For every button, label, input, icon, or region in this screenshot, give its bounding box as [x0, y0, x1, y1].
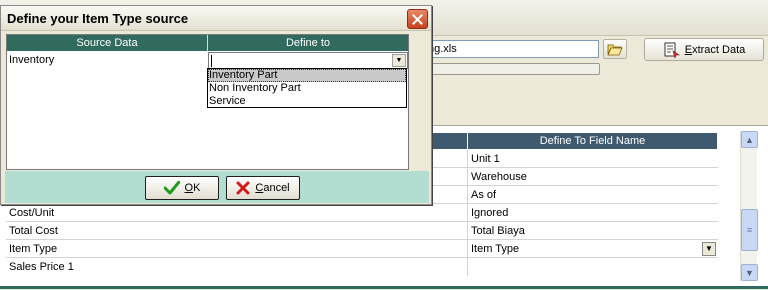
header-source-data: Source Data — [7, 35, 208, 51]
dropdown-option[interactable]: Service — [208, 95, 406, 108]
text-caret — [211, 55, 212, 67]
table-row[interactable]: Item Type Item Type ▼ — [6, 240, 718, 258]
scroll-thumb[interactable]: ≡ — [741, 209, 758, 251]
browse-folder-button[interactable] — [603, 39, 627, 59]
cell-dropdown-button[interactable]: ▼ — [702, 242, 716, 256]
target-cell[interactable]: Item Type ▼ — [468, 240, 718, 258]
scroll-down-button[interactable]: ▼ — [741, 264, 758, 281]
cancel-label: Cancel — [255, 182, 290, 194]
source-cell: Total Cost — [6, 222, 468, 240]
target-cell[interactable]: As of — [468, 186, 718, 204]
target-cell-text: Item Type — [471, 243, 520, 255]
close-icon — [412, 13, 423, 25]
table-row[interactable]: Cost/Unit Ignored — [6, 204, 718, 222]
target-cell[interactable] — [468, 258, 718, 276]
chevron-down-icon: ▼ — [745, 267, 754, 278]
dialog-titlebar[interactable]: Define your Item Type source — [1, 6, 431, 31]
grid-header-source — [432, 133, 468, 149]
ok-label: OK — [184, 182, 201, 194]
define-to-combobox[interactable]: ▼ — [208, 52, 408, 69]
checkmark-icon — [163, 181, 180, 195]
scroll-up-button[interactable]: ▲ — [741, 131, 758, 148]
chevron-down-icon: ▼ — [705, 244, 713, 253]
extract-data-button[interactable]: Extract Data — [644, 38, 764, 61]
cross-icon — [236, 181, 250, 195]
source-cell: Sales Price 1 — [6, 258, 468, 276]
define-to-dropdown-list[interactable]: Inventory Part Non Inventory Part Servic… — [207, 68, 407, 108]
extract-label: Extract Data — [684, 43, 746, 56]
file-path-input[interactable]: ng.xls — [424, 40, 599, 58]
grip-icon: ≡ — [746, 225, 753, 235]
cancel-button[interactable]: Cancel — [226, 176, 300, 200]
table-row[interactable]: Inventory ▼ — [7, 52, 408, 69]
close-button[interactable] — [407, 9, 428, 29]
dropdown-option[interactable]: Non Inventory Part — [208, 82, 406, 95]
table-row[interactable]: Total Cost Total Biaya — [6, 222, 718, 240]
target-cell[interactable]: Unit 1 — [468, 150, 718, 168]
table-row[interactable]: Sales Price 1 — [6, 258, 718, 276]
source-data-cell: Inventory — [9, 54, 55, 66]
grid-header-define-to-field: Define To Field Name — [468, 133, 718, 149]
vertical-scrollbar[interactable]: ▲ ≡ ▼ — [740, 131, 758, 281]
dialog-title: Define your Item Type source — [7, 11, 189, 26]
target-cell[interactable]: Ignored — [468, 204, 718, 222]
chevron-down-icon: ▼ — [395, 57, 403, 64]
dropdown-option[interactable]: Inventory Part — [208, 69, 406, 82]
chevron-up-icon: ▲ — [745, 134, 754, 145]
button-strip: OK Cancel — [5, 171, 429, 203]
combobox-dropdown-button[interactable]: ▼ — [392, 54, 406, 67]
ok-button[interactable]: OK — [145, 176, 219, 200]
bottom-divider — [0, 286, 768, 289]
progress-bar — [424, 63, 600, 75]
folder-open-icon — [607, 44, 623, 56]
source-cell: Cost/Unit — [6, 204, 468, 222]
header-define-to: Define to — [208, 35, 408, 51]
source-cell: Item Type — [6, 240, 468, 258]
target-cell[interactable]: Total Biaya — [468, 222, 718, 240]
target-cell[interactable]: Warehouse — [468, 168, 718, 186]
extract-icon — [664, 42, 680, 58]
